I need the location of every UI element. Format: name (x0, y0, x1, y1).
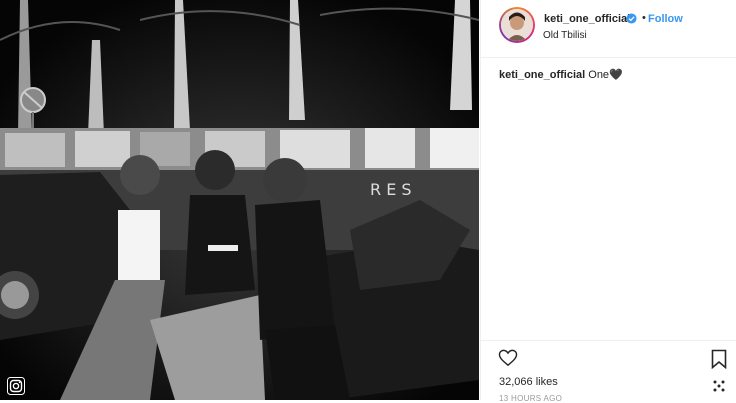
post-side-panel: keti_one_official • Follow Old Tbilisi k… (480, 0, 736, 403)
follow-button[interactable]: Follow (648, 13, 683, 25)
bookmark-icon[interactable] (711, 349, 727, 369)
avatar[interactable] (499, 7, 535, 43)
likes-count[interactable]: 32,066 likes (499, 376, 558, 388)
post-timestamp: 13 HOURS AGO (499, 394, 563, 403)
location-link[interactable]: Old Tbilisi (543, 30, 587, 41)
separator-dot: • (642, 12, 646, 24)
heart-icon[interactable] (498, 349, 518, 367)
post-photo[interactable]: R E S (0, 0, 479, 400)
avatar-image (501, 9, 533, 41)
caption-username[interactable]: keti_one_official (499, 69, 585, 81)
username-link[interactable]: keti_one_official (544, 13, 630, 25)
caption: keti_one_official One🖤 (499, 68, 623, 81)
post-actions: 32,066 likes 13 HOURS AGO (481, 340, 736, 403)
post-header: keti_one_official • Follow Old Tbilisi (481, 0, 736, 58)
photo-scene: R E S (0, 0, 479, 400)
caption-text: One🖤 (585, 69, 623, 81)
instagram-logo-icon (7, 377, 25, 395)
svg-text:R E S: R E S (370, 180, 412, 199)
verified-badge-icon (626, 13, 637, 24)
grid-more-icon[interactable] (712, 379, 726, 393)
